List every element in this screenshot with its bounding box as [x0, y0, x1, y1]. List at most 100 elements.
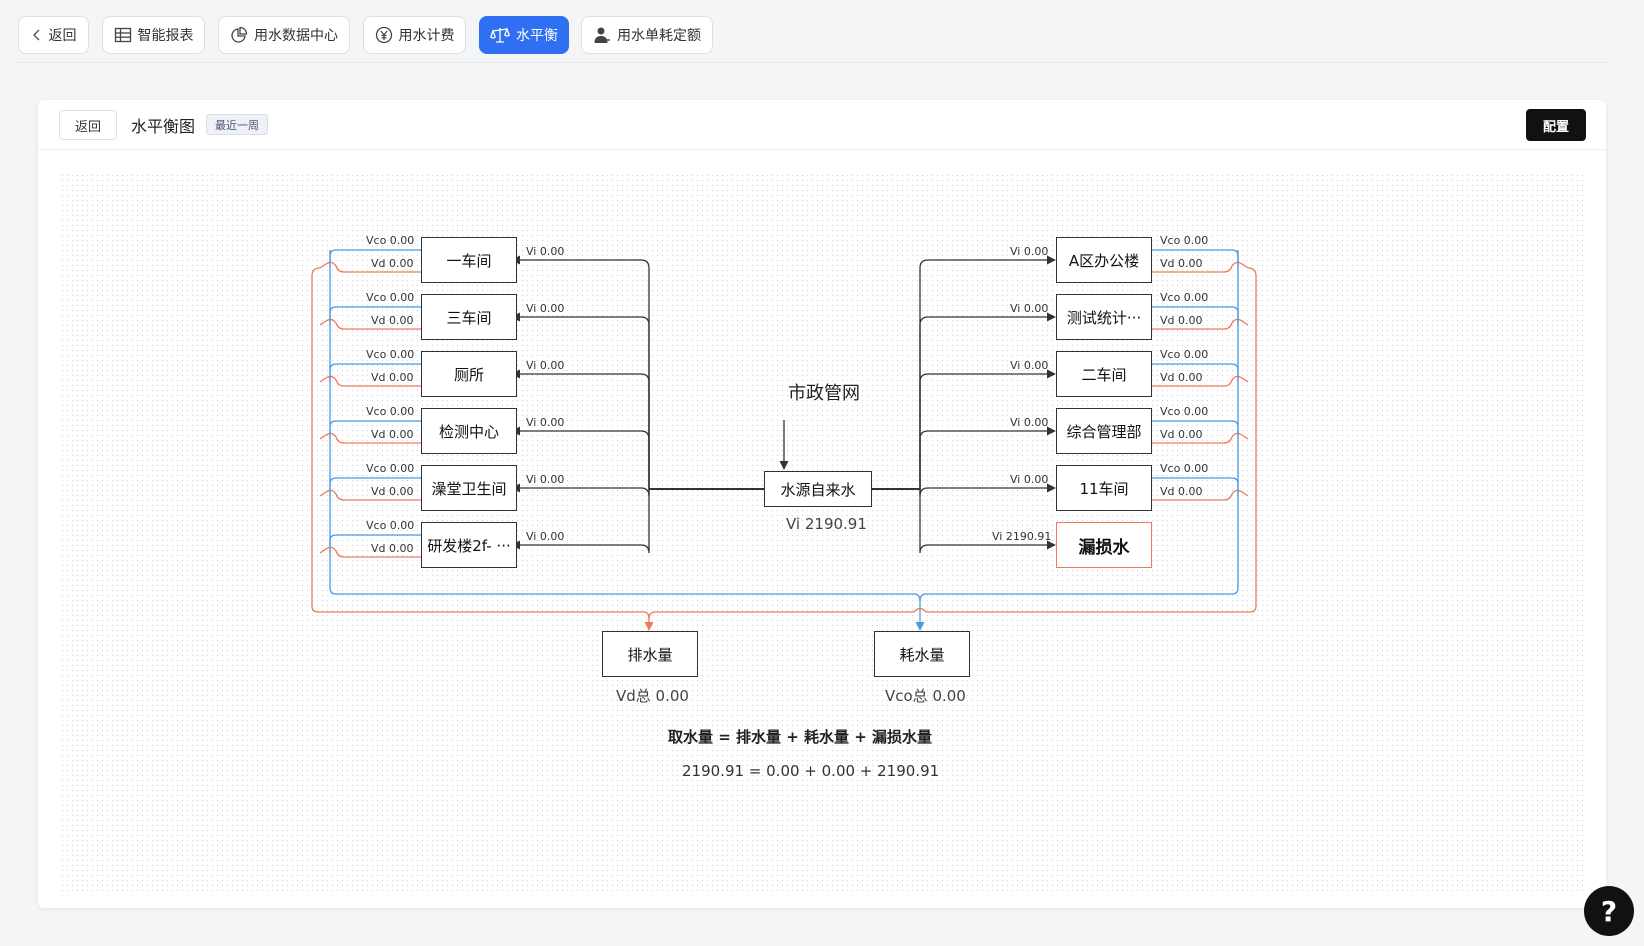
vd-label: Vd 0.00 — [1160, 257, 1203, 270]
leak-vi-label: Vi 2190.91 — [992, 530, 1052, 543]
vi-label: Vi 0.00 — [526, 473, 565, 486]
water-balance-card: 返回 水平衡图 最近一周 配置 市政管网 水源自来水 Vi 2190.91 一车… — [38, 100, 1606, 908]
nav-tab-water-billing[interactable]: 用水计费 — [363, 16, 466, 54]
vco-label: Vco 0.00 — [366, 291, 415, 304]
unit-node[interactable]: 三车间 — [421, 294, 517, 340]
vi-label: Vi 0.00 — [1010, 473, 1049, 486]
right-inflow-line — [919, 487, 1050, 497]
vco-label: Vco 0.00 — [366, 462, 415, 475]
source-node[interactable]: 水源自来水 — [764, 471, 872, 507]
vi-label: Vi 0.00 — [526, 245, 565, 258]
right-inflow-arrow — [1047, 312, 1056, 322]
vd-label: Vd 0.00 — [1160, 314, 1203, 327]
nav-back-label: 返回 — [48, 28, 77, 44]
unit-node[interactable]: 一车间 — [421, 237, 517, 283]
unit-node[interactable]: 11车间 — [1056, 465, 1152, 511]
pie-chart-icon — [231, 26, 248, 43]
vi-label: Vi 0.00 — [1010, 416, 1049, 429]
unit-node[interactable]: A区办公楼 — [1056, 237, 1152, 283]
drain-arrow — [644, 622, 654, 631]
right-vd-bus — [648, 276, 1257, 620]
card-header: 返回 水平衡图 最近一周 配置 — [38, 100, 1606, 150]
vi-label: Vi 0.00 — [526, 416, 565, 429]
yen-icon — [375, 26, 392, 44]
source-title: 市政管网 — [788, 383, 860, 404]
nav-tab-water-quota[interactable]: 用水单耗定额 — [581, 16, 713, 54]
consume-total: Vco总 0.00 — [885, 687, 966, 705]
vd-label: Vd 0.00 — [371, 542, 414, 555]
unit-node[interactable]: 二车间 — [1056, 351, 1152, 397]
consume-arrow — [915, 622, 925, 631]
table-icon — [114, 27, 131, 43]
vd-label: Vd 0.00 — [1160, 428, 1203, 441]
unit-node[interactable]: 厕所 — [421, 351, 517, 397]
vi-label: Vi 0.00 — [1010, 245, 1049, 258]
right-inflow-line — [919, 489, 1050, 554]
left-vco-bus — [329, 250, 921, 602]
vco-label: Vco 0.00 — [1160, 291, 1209, 304]
vco-label: Vco 0.00 — [1160, 348, 1209, 361]
nav-tab-water-data-center[interactable]: 用水数据中心 — [218, 16, 350, 54]
right-inflow-arrow — [1047, 255, 1056, 265]
vi-label: Vi 0.00 — [1010, 302, 1049, 315]
top-navigation: 返回 智能报表 用水数据中心 用水计费 水平衡 用水单耗定额 — [0, 0, 1644, 63]
user-icon — [594, 27, 610, 43]
vco-label: Vco 0.00 — [366, 348, 415, 361]
nav-tab-label: 水平衡 — [516, 28, 558, 44]
right-vd-bus-top — [1247, 267, 1257, 277]
source-value: Vi 2190.91 — [786, 515, 867, 533]
right-inflow-arrow — [1047, 426, 1056, 436]
nav-tab-water-balance[interactable]: 水平衡 — [479, 16, 569, 54]
drain-node[interactable]: 排水量 — [602, 631, 698, 677]
balance-scale-icon — [490, 27, 510, 43]
vd-label: Vd 0.00 — [371, 428, 414, 441]
nav-tab-label: 用水数据中心 — [254, 28, 338, 44]
left-inflow-line — [518, 316, 650, 489]
nav-tab-label: 用水计费 — [398, 28, 455, 44]
vd-label: Vd 0.00 — [1160, 485, 1203, 498]
nav-tab-smart-report[interactable]: 智能报表 — [102, 16, 205, 54]
page-title: 水平衡图 — [131, 117, 196, 136]
config-button[interactable]: 配置 — [1526, 109, 1586, 141]
drain-total: Vd总 0.00 — [616, 687, 689, 705]
unit-node[interactable]: 澡堂卫生间 — [421, 465, 517, 511]
consume-node[interactable]: 耗水量 — [874, 631, 970, 677]
vi-label: Vi 0.00 — [1010, 359, 1049, 372]
leak-node[interactable]: 漏损水 — [1056, 522, 1152, 568]
unit-node[interactable]: 研发楼2f- ··· — [421, 522, 517, 568]
right-inflow-line — [919, 316, 1050, 489]
diagram-canvas[interactable]: 市政管网 水源自来水 Vi 2190.91 一车间 三车间 厕所 检测中心 澡堂… — [60, 173, 1584, 891]
vco-label: Vco 0.00 — [366, 234, 415, 247]
unit-node[interactable]: 综合管理部 — [1056, 408, 1152, 454]
left-vd-bus-top — [311, 267, 321, 277]
vd-label: Vd 0.00 — [1160, 371, 1203, 384]
vd-label: Vd 0.00 — [371, 314, 414, 327]
vd-label: Vd 0.00 — [371, 485, 414, 498]
help-button[interactable]: ? — [1584, 886, 1634, 936]
vd-label: Vd 0.00 — [371, 371, 414, 384]
vi-label: Vi 0.00 — [526, 359, 565, 372]
balance-formula: 取水量 = 排水量 + 耗水量 + 漏损水量 — [668, 728, 933, 746]
nav-tab-label: 智能报表 — [137, 28, 194, 44]
left-inflow-line — [518, 487, 650, 497]
vco-label: Vco 0.00 — [366, 519, 415, 532]
vi-label: Vi 0.00 — [526, 302, 565, 315]
date-range-tag: 最近一周 — [206, 114, 268, 135]
source-inlet-arrow — [779, 461, 789, 470]
chevron-left-icon — [32, 29, 39, 41]
left-inflow-line — [518, 489, 650, 554]
vco-label: Vco 0.00 — [366, 405, 415, 418]
vco-label: Vco 0.00 — [1160, 462, 1209, 475]
right-inflow-arrow — [1047, 483, 1056, 493]
nav-back-button[interactable]: 返回 — [18, 16, 89, 54]
nav-tab-label: 用水单耗定额 — [617, 28, 701, 44]
vco-label: Vco 0.00 — [1160, 234, 1209, 247]
unit-node[interactable]: 检测中心 — [421, 408, 517, 454]
vd-label: Vd 0.00 — [371, 257, 414, 270]
right-inflow-arrow — [1047, 369, 1056, 379]
vi-label: Vi 0.00 — [526, 530, 565, 543]
vco-label: Vco 0.00 — [1160, 405, 1209, 418]
balance-formula-values: 2190.91 = 0.00 + 0.00 + 2190.91 — [682, 762, 940, 780]
unit-node[interactable]: 测试统计··· — [1056, 294, 1152, 340]
back-button[interactable]: 返回 — [59, 110, 117, 140]
